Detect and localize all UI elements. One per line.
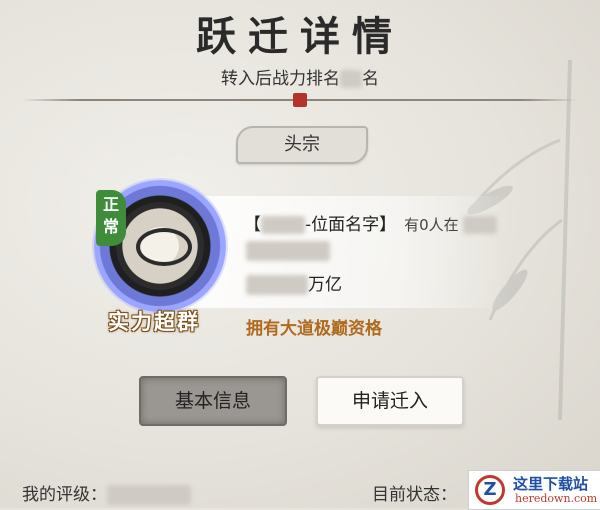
detail-blurred	[246, 240, 330, 261]
watermark-name: 这里下载站	[513, 475, 589, 493]
wave-emblem-icon	[136, 228, 192, 266]
plane-name-label: -位面名字】	[305, 215, 397, 235]
current-status-label: 目前状态：	[372, 485, 457, 505]
power-label: 实力超群	[108, 309, 200, 334]
plane-name-blurred	[261, 216, 305, 234]
rank-subtitle: 转入后战力排名 名	[0, 64, 600, 89]
my-rating-label: 我的评级：	[22, 485, 107, 505]
blurred-row	[246, 240, 330, 261]
seal-icon	[293, 93, 307, 107]
my-rating: 我的评级：	[22, 480, 191, 505]
rank-ribbon: 正常	[96, 190, 126, 246]
plane-row: 【 -位面名字】 有0人在	[244, 210, 497, 235]
people-count: 有0人在	[404, 216, 459, 234]
power-value-blurred	[246, 275, 308, 295]
rank-subtitle-suffix: 名	[362, 69, 379, 89]
qualification-text: 拥有大道极巅资格	[246, 319, 382, 339]
basic-info-button[interactable]: 基本信息	[139, 376, 287, 426]
watermark-logo-icon: Z	[475, 475, 505, 505]
power-row: 万亿	[246, 270, 342, 295]
page-title: 跃迁详情	[196, 13, 404, 60]
plane-bracket-open: 【	[244, 215, 261, 235]
people-blurred	[462, 216, 497, 234]
rank-subtitle-prefix: 转入后战力排名	[221, 69, 340, 89]
sect-tag: 头宗	[236, 126, 368, 164]
my-rating-blurred	[107, 485, 191, 505]
watermark: Z 这里下载站 heredown.com	[468, 470, 600, 510]
watermark-domain: heredown.com	[515, 492, 598, 505]
rank-value-blurred	[340, 70, 362, 88]
power-unit: 万亿	[308, 275, 342, 295]
apply-transfer-button[interactable]: 申请迁入	[316, 376, 464, 426]
